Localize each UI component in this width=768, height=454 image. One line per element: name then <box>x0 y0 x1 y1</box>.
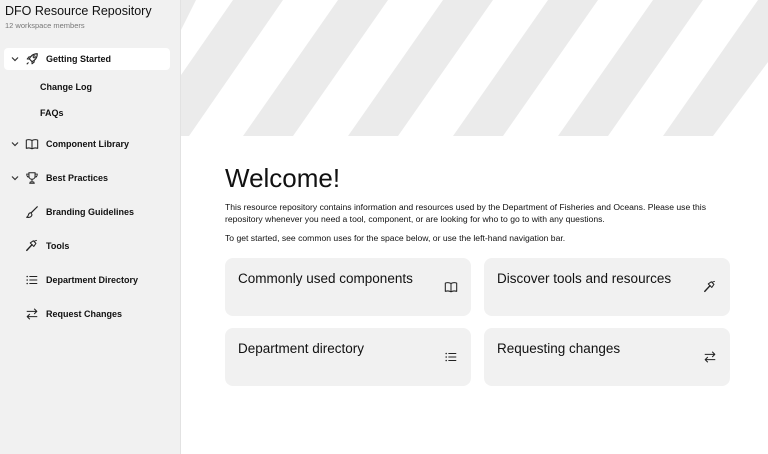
list-icon <box>443 349 459 365</box>
trophy-icon <box>24 170 40 186</box>
workspace-title: DFO Resource Repository <box>5 4 152 18</box>
sidebar-item-component-library[interactable]: Component Library <box>4 133 170 155</box>
sidebar-item-label: Request Changes <box>46 309 123 319</box>
card-title: Commonly used components <box>238 271 413 286</box>
swap-arrows-icon <box>702 349 718 365</box>
cover-banner <box>181 0 768 136</box>
sidebar-item-label: Best Practices <box>46 173 109 183</box>
book-icon <box>443 279 459 295</box>
workspace-member-count: 12 workspace members <box>5 21 85 30</box>
hammer-icon <box>702 279 718 295</box>
sidebar-item-label: Component Library <box>46 139 130 149</box>
sidebar-item-department-directory[interactable]: Department Directory <box>4 269 170 291</box>
card-requesting-changes[interactable]: Requesting changes <box>484 328 730 386</box>
sidebar-item-getting-started[interactable]: Getting Started <box>4 48 170 70</box>
book-icon <box>24 136 40 152</box>
sidebar-item-branding-guidelines[interactable]: Branding Guidelines <box>4 201 170 223</box>
intro-paragraph: This resource repository contains inform… <box>225 202 707 224</box>
sidebar-item-label: Tools <box>46 241 70 251</box>
sidebar-item-label: Department Directory <box>46 275 139 285</box>
page-title: Welcome! <box>225 163 341 193</box>
sidebar-item-request-changes[interactable]: Request Changes <box>4 303 170 325</box>
chevron-down-icon[interactable] <box>9 138 21 150</box>
sidebar-item-best-practices[interactable]: Best Practices <box>4 167 170 189</box>
sidebar: DFO Resource Repository 12 workspace mem… <box>0 0 181 454</box>
card-department-directory[interactable]: Department directory <box>225 328 471 386</box>
sidebar-subitem-change-log[interactable]: Change Log <box>40 82 92 92</box>
hammer-icon <box>24 238 40 254</box>
card-title: Department directory <box>238 341 365 356</box>
card-title: Requesting changes <box>497 341 621 356</box>
sidebar-subitem-faqs[interactable]: FAQs <box>40 108 64 118</box>
sidebar-item-label: Branding Guidelines <box>46 207 135 217</box>
rocket-icon <box>24 51 40 67</box>
swap-arrows-icon <box>24 306 40 322</box>
card-discover-tools[interactable]: Discover tools and resources <box>484 258 730 316</box>
chevron-down-icon[interactable] <box>9 53 21 65</box>
sidebar-item-label: Getting Started <box>46 54 112 64</box>
list-icon <box>24 272 40 288</box>
chevron-down-icon[interactable] <box>9 172 21 184</box>
brush-icon <box>24 204 40 220</box>
sidebar-item-tools[interactable]: Tools <box>4 235 170 257</box>
card-title: Discover tools and resources <box>497 271 672 286</box>
card-commonly-used-components[interactable]: Commonly used components <box>225 258 471 316</box>
intro-instructions: To get started, see common uses for the … <box>225 233 566 243</box>
